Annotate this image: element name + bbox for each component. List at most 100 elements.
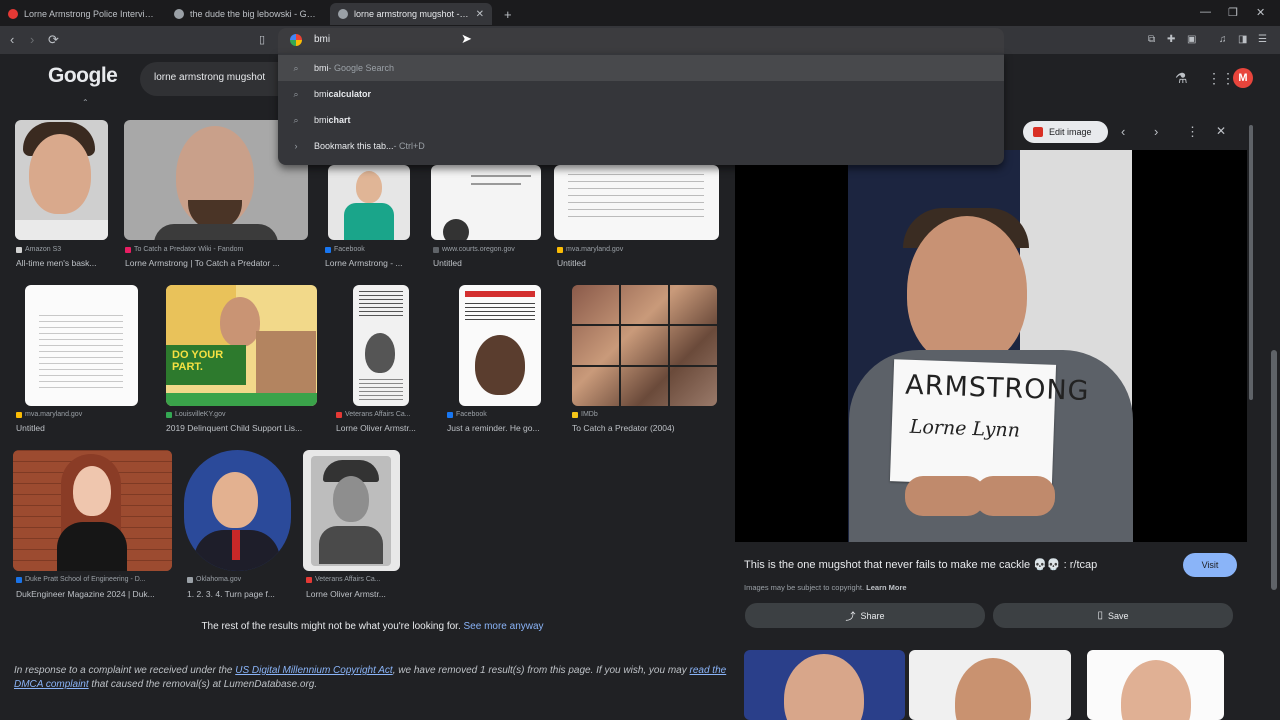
result-source: Amazon S3 <box>16 246 61 253</box>
lens-icon <box>1033 127 1043 137</box>
preview-title[interactable]: This is the one mugshot that never fails… <box>744 558 1097 571</box>
result-image[interactable] <box>13 450 172 571</box>
result-image[interactable] <box>303 450 400 571</box>
close-panel-icon[interactable]: ✕ <box>1216 124 1226 138</box>
tab-police-interview[interactable]: Lorne Armstrong Police Interview (T... <box>0 3 162 25</box>
result-caption[interactable]: Untitled <box>557 258 657 268</box>
maryland-icon <box>16 411 22 418</box>
related-image[interactable] <box>1087 650 1224 720</box>
mugshot-sign: ARMSTRONG Lorne Lynn <box>889 359 1090 487</box>
result-source: Veterans Affairs Ca... <box>306 576 381 583</box>
puzzle-icon[interactable]: ✚ <box>1167 32 1175 48</box>
search-query: lorne armstrong mugshot <box>154 72 266 83</box>
suggestion-item[interactable]: ⌕ bmi - Google Search <box>278 55 1004 81</box>
prev-image-icon[interactable]: ‹ <box>1121 124 1125 139</box>
forward-icon[interactable]: › <box>30 32 34 48</box>
result-image[interactable] <box>431 165 541 240</box>
result-caption[interactable]: Lorne Oliver Armstr... <box>336 423 431 433</box>
globe-icon <box>338 9 348 19</box>
search-icon: ⌕ <box>293 88 299 99</box>
result-caption[interactable]: Lorne Armstrong - ... <box>325 258 415 268</box>
new-tab-button[interactable]: + <box>496 3 516 25</box>
visit-button[interactable]: Visit <box>1183 553 1237 577</box>
result-caption[interactable]: 2019 Delinquent Child Support Lis... <box>166 423 321 433</box>
facebook-icon <box>447 411 453 418</box>
minimize-icon[interactable]: — <box>1200 6 1211 18</box>
apps-grid-icon[interactable]: ⋮⋮ <box>1207 70 1235 87</box>
result-image[interactable] <box>15 120 108 240</box>
result-source: www.courts.oregon.gov <box>433 246 515 253</box>
reload-icon[interactable]: ⟳ <box>48 32 59 48</box>
sidepanel-icon[interactable]: ◨ <box>1238 32 1247 48</box>
see-more-anyway-link[interactable]: See more anyway <box>464 621 544 632</box>
globe-icon <box>433 246 439 253</box>
omnibox-suggestions: ⌕ bmi - Google Search ⌕ bmi calculator ⌕… <box>278 53 1004 165</box>
result-caption[interactable]: 1. 2. 3. 4. Turn page f... <box>187 589 287 599</box>
result-image[interactable] <box>184 450 291 571</box>
extension-icon[interactable]: ⧉ <box>1148 32 1155 48</box>
more-options-icon[interactable]: ⋮ <box>1186 124 1199 140</box>
result-caption[interactable]: Untitled <box>433 258 533 268</box>
google-logo[interactable]: Google <box>48 64 118 88</box>
veterans-affairs-icon <box>306 576 312 583</box>
edit-image-button[interactable]: Edit image <box>1023 121 1108 143</box>
panel-scrollbar[interactable] <box>1249 125 1253 400</box>
result-image[interactable] <box>328 165 410 240</box>
result-image[interactable]: DO YOUR PART. <box>166 285 317 406</box>
bookmark-icon: ▯ <box>1097 610 1103 621</box>
dmca-act-link[interactable]: US Digital Millennium Copyright Act <box>235 665 392 676</box>
result-image[interactable] <box>459 285 541 406</box>
menu-icon[interactable]: ☰ <box>1258 32 1267 48</box>
result-caption[interactable]: Just a reminder. He go... <box>447 423 557 433</box>
back-icon[interactable]: ‹ <box>10 32 14 48</box>
close-window-icon[interactable]: ✕ <box>1256 6 1265 19</box>
result-image[interactable] <box>572 285 717 406</box>
tab-big-lebowski[interactable]: the dude the big lebowski - Google <box>166 3 326 25</box>
preview-image[interactable]: ARMSTRONG Lorne Lynn <box>735 150 1247 542</box>
result-image[interactable] <box>353 285 409 406</box>
media-icon[interactable]: ♫ <box>1219 32 1227 48</box>
result-caption[interactable]: Lorne Armstrong | To Catch a Predator ..… <box>125 258 305 268</box>
maryland-icon <box>557 246 563 253</box>
result-caption[interactable]: Untitled <box>16 423 116 433</box>
tab-strip: Lorne Armstrong Police Interview (T... t… <box>0 0 1280 26</box>
result-caption[interactable]: DukEngineer Magazine 2024 | Duk... <box>16 589 171 599</box>
address-bar[interactable]: bmi <box>278 28 1004 53</box>
screenshot-icon[interactable]: ▣ <box>1187 32 1196 48</box>
suggestion-item[interactable]: › Bookmark this tab... - Ctrl+D <box>278 133 1004 159</box>
copyright-notice: Images may be subject to copyright. Lear… <box>744 583 907 592</box>
avatar[interactable]: M <box>1233 68 1253 88</box>
youtube-icon <box>8 9 18 19</box>
search-input[interactable]: lorne armstrong mugshot <box>140 62 290 96</box>
result-image[interactable] <box>554 165 719 240</box>
address-bar-text: bmi <box>314 34 331 45</box>
result-source: Veterans Affairs Ca... <box>336 411 411 418</box>
suggestion-item[interactable]: ⌕ bmi chart <box>278 107 1004 133</box>
result-image[interactable] <box>25 285 138 406</box>
suggestion-item[interactable]: ⌕ bmi calculator <box>278 81 1004 107</box>
page-scrollbar[interactable] <box>1271 350 1277 590</box>
restore-icon[interactable]: ❐ <box>1228 6 1238 19</box>
result-source: Facebook <box>447 411 487 418</box>
louisville-icon <box>166 411 172 418</box>
related-image[interactable] <box>744 650 905 720</box>
save-button[interactable]: ▯ Save <box>993 603 1233 628</box>
result-caption[interactable]: To Catch a Predator (2004) <box>572 423 717 433</box>
result-caption[interactable]: Lorne Oliver Armstr... <box>306 589 401 599</box>
result-source: LouisvilleKY.gov <box>166 411 225 418</box>
next-image-icon[interactable]: › <box>1154 124 1158 139</box>
tab-title: Lorne Armstrong Police Interview (T... <box>24 9 154 19</box>
google-icon <box>290 34 302 46</box>
related-image[interactable] <box>909 650 1071 720</box>
facebook-icon <box>325 246 331 253</box>
imdb-icon <box>572 411 578 418</box>
result-source: mva.maryland.gov <box>16 411 82 418</box>
tab-armstrong-mugshot[interactable]: lorne armstrong mugshot - Goo ✕ <box>330 3 492 25</box>
learn-more-link[interactable]: Learn More <box>866 583 906 592</box>
close-tab-icon[interactable]: ✕ <box>476 9 484 20</box>
bookmark-icon[interactable]: ▯ <box>259 32 265 48</box>
share-button[interactable]: ⤴ Share <box>745 603 985 628</box>
labs-icon[interactable]: ⚗ <box>1175 70 1188 87</box>
result-caption[interactable]: All-time men's bask... <box>16 258 116 268</box>
result-source: Facebook <box>325 246 365 253</box>
